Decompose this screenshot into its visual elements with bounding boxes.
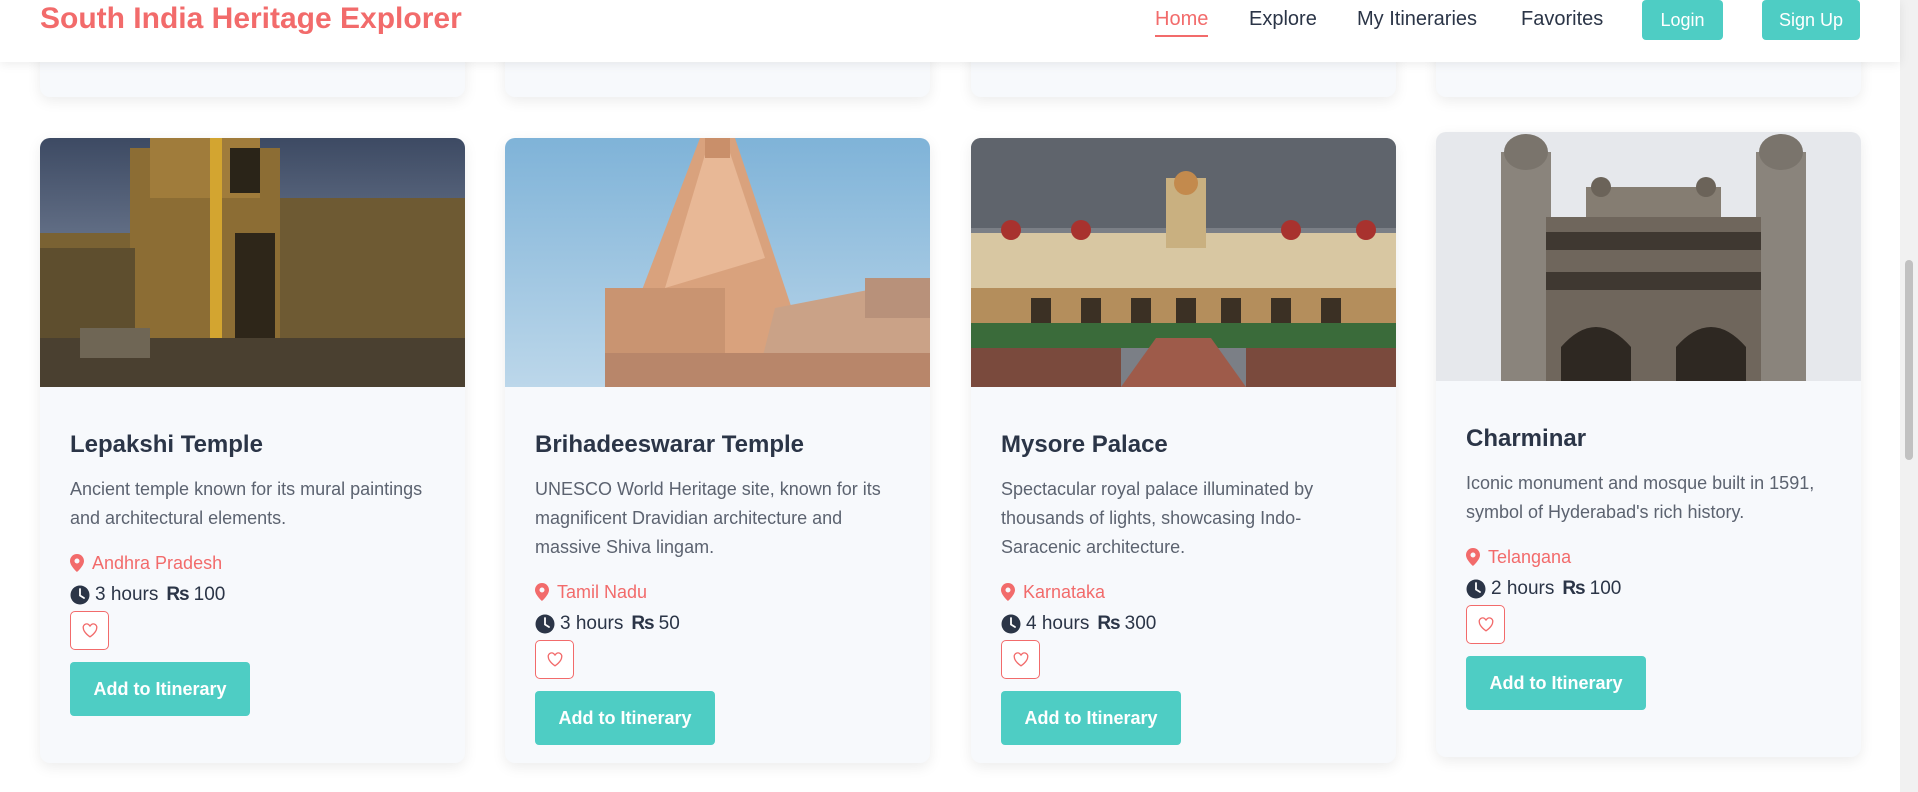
favorite-button[interactable] bbox=[1466, 605, 1505, 644]
add-to-itinerary-button[interactable]: Add to Itinerary bbox=[1001, 691, 1181, 745]
card-location: Tamil Nadu bbox=[535, 580, 905, 604]
clock-icon bbox=[70, 585, 90, 605]
map-pin-icon bbox=[535, 583, 549, 601]
heritage-card-lepakshi: Lepakshi Temple Ancient temple known for… bbox=[40, 138, 465, 763]
currency-symbol: ₨ bbox=[1562, 578, 1586, 599]
map-pin-icon bbox=[1466, 548, 1480, 566]
card-title: Brihadeeswarar Temple bbox=[535, 431, 805, 458]
clock-icon bbox=[1466, 579, 1486, 599]
card-location: Andhra Pradesh bbox=[70, 551, 440, 575]
location-text: Andhra Pradesh bbox=[92, 552, 223, 573]
card-duration-price: 2 hours ₨ 100 bbox=[1466, 575, 1836, 603]
price-text: 50 bbox=[658, 613, 680, 634]
card-image-lepakshi-temple bbox=[40, 138, 465, 387]
heart-icon bbox=[1013, 652, 1028, 667]
heart-icon bbox=[547, 652, 562, 667]
card-description: Ancient temple known for its mural paint… bbox=[70, 479, 423, 528]
heart-icon bbox=[1478, 617, 1493, 632]
add-to-itinerary-button[interactable]: Add to Itinerary bbox=[70, 662, 250, 716]
card-image-brihadeeswarar-temple bbox=[505, 138, 930, 387]
card-description: UNESCO World Heritage site, known for it… bbox=[535, 479, 881, 557]
nav-link-home[interactable]: Home bbox=[1155, 8, 1209, 37]
login-button[interactable]: Login bbox=[1642, 0, 1723, 40]
card-meta: Tamil Nadu 3 hours ₨ 50 Add to Itinerary bbox=[535, 580, 905, 745]
card-description: Iconic monument and mosque built in 1591… bbox=[1466, 473, 1815, 522]
card-duration-price: 3 hours ₨ 100 bbox=[70, 581, 440, 609]
card-image-charminar bbox=[1436, 132, 1861, 381]
duration-text: 4 hours bbox=[1026, 613, 1090, 634]
currency-symbol: ₨ bbox=[631, 613, 655, 634]
card-duration-price: 4 hours ₨ 300 bbox=[1001, 610, 1371, 638]
currency-symbol: ₨ bbox=[166, 584, 190, 605]
nav-link-explore[interactable]: Explore bbox=[1249, 8, 1317, 31]
clock-icon bbox=[1001, 614, 1021, 634]
duration-text: 3 hours bbox=[95, 584, 159, 605]
scrollbar-thumb[interactable] bbox=[1905, 260, 1913, 460]
card-meta: Andhra Pradesh 3 hours ₨ 100 Add to Itin… bbox=[70, 551, 440, 716]
nav-link-my-itineraries[interactable]: My Itineraries bbox=[1357, 8, 1477, 31]
favorite-button[interactable] bbox=[1001, 640, 1040, 679]
location-text: Telangana bbox=[1488, 546, 1572, 567]
site-header: South India Heritage Explorer Home Explo… bbox=[0, 0, 1900, 62]
card-meta: Telangana 2 hours ₨ 100 Add to Itinerary bbox=[1466, 545, 1836, 710]
card-title: Charminar bbox=[1466, 425, 1587, 452]
add-to-itinerary-button[interactable]: Add to Itinerary bbox=[535, 691, 715, 745]
card-title: Mysore Palace bbox=[1001, 431, 1168, 458]
card-description: Spectacular royal palace illuminated by … bbox=[1001, 479, 1314, 557]
favorite-button[interactable] bbox=[70, 611, 109, 650]
map-pin-icon bbox=[70, 554, 84, 572]
price-text: 100 bbox=[193, 584, 226, 605]
price-text: 300 bbox=[1124, 613, 1157, 634]
price-text: 100 bbox=[1589, 578, 1622, 599]
heritage-card-brihadeeswarar: Brihadeeswarar Temple UNESCO World Herit… bbox=[505, 138, 930, 763]
heritage-card-charminar: Charminar Iconic monument and mosque bui… bbox=[1436, 132, 1861, 757]
signup-button[interactable]: Sign Up bbox=[1762, 0, 1860, 40]
add-to-itinerary-button[interactable]: Add to Itinerary bbox=[1466, 656, 1646, 710]
map-pin-icon bbox=[1001, 583, 1015, 601]
card-meta: Karnataka 4 hours ₨ 300 Add to Itinerary bbox=[1001, 580, 1371, 745]
heritage-card-mysore-palace: Mysore Palace Spectacular royal palace i… bbox=[971, 138, 1396, 763]
card-location: Karnataka bbox=[1001, 580, 1371, 604]
nav-link-favorites[interactable]: Favorites bbox=[1521, 8, 1603, 31]
location-text: Tamil Nadu bbox=[557, 581, 648, 602]
favorite-button[interactable] bbox=[535, 640, 574, 679]
location-text: Karnataka bbox=[1023, 581, 1106, 602]
duration-text: 3 hours bbox=[560, 613, 624, 634]
clock-icon bbox=[535, 614, 555, 634]
card-title: Lepakshi Temple bbox=[70, 431, 263, 458]
heart-icon bbox=[82, 623, 97, 638]
card-location: Telangana bbox=[1466, 545, 1836, 569]
duration-text: 2 hours bbox=[1491, 578, 1555, 599]
card-image-mysore-palace bbox=[971, 138, 1396, 387]
card-duration-price: 3 hours ₨ 50 bbox=[535, 610, 905, 638]
currency-symbol: ₨ bbox=[1097, 613, 1121, 634]
site-brand[interactable]: South India Heritage Explorer bbox=[40, 2, 462, 36]
